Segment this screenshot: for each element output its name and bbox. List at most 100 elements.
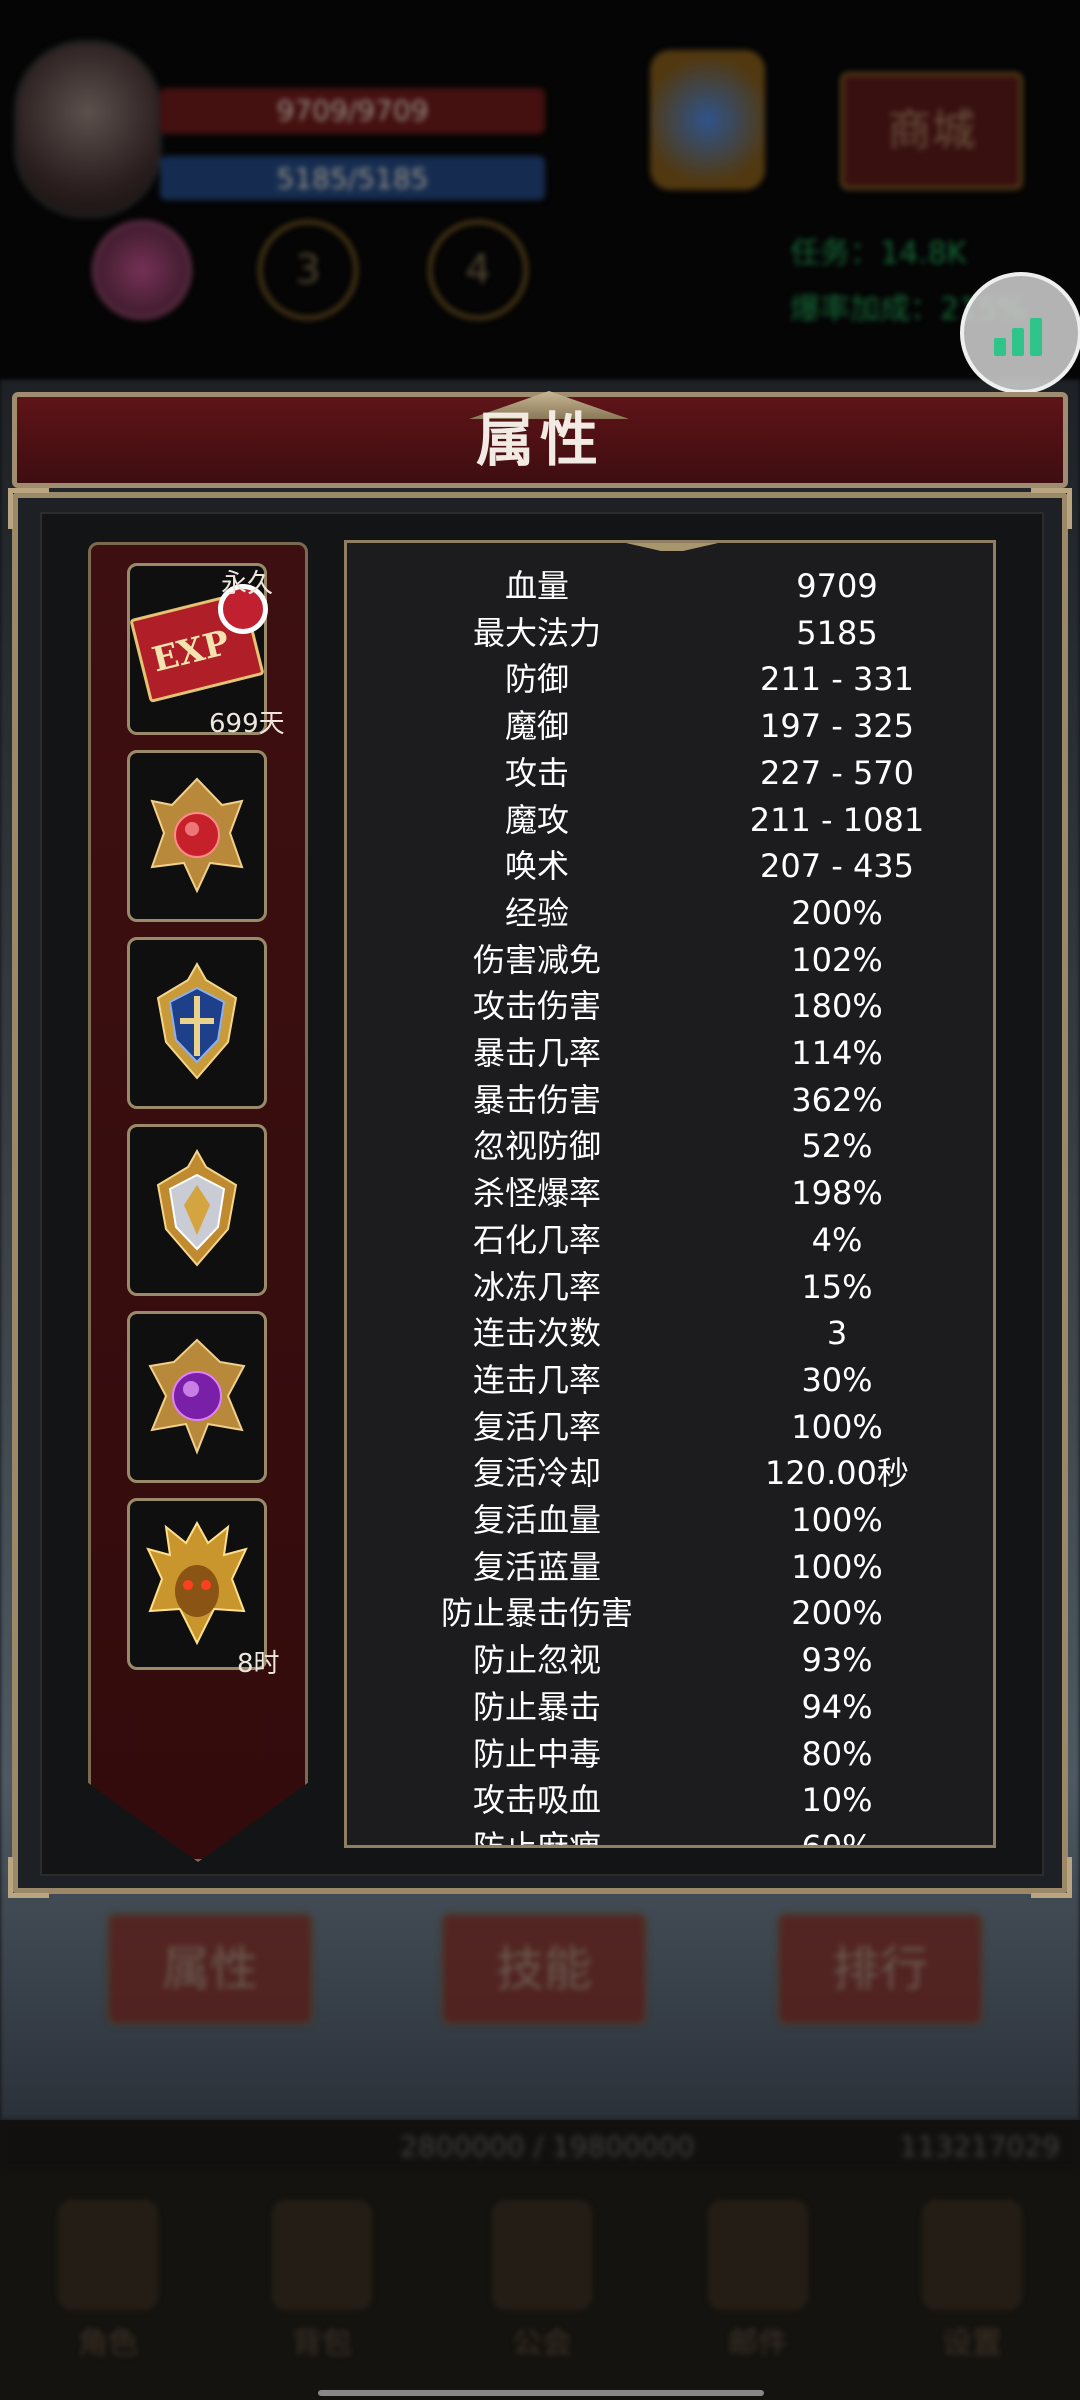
stat-row: 伤害减免 102% (347, 937, 993, 984)
stat-row: 防止中毒 80% (347, 1731, 993, 1778)
bag-icon (272, 2200, 372, 2310)
stat-value: 200% (791, 1594, 883, 1633)
blue-shield-icon (156, 961, 238, 1080)
stat-name: 攻击吸血 (472, 1781, 601, 1820)
stat-value: 100% (791, 1407, 883, 1446)
stat-value: 100% (791, 1547, 883, 1586)
stat-name: 血量 (504, 567, 569, 605)
nav-bag: 背包 (262, 2200, 382, 2362)
mp-bar: 5185/5185 (160, 156, 545, 200)
stat-name: 复活血量 (472, 1501, 601, 1539)
stat-name: 杀怪爆率 (472, 1174, 601, 1213)
mail-icon (708, 2200, 808, 2310)
stat-value: 102% (791, 940, 883, 979)
stat-row: 复活蓝量 100% (347, 1544, 993, 1591)
stat-value: 15% (801, 1267, 873, 1306)
stat-row: 杀怪爆率 198% (347, 1170, 993, 1217)
nav-character: 角色 (48, 2200, 168, 2362)
stat-name: 暴击几率 (472, 1034, 601, 1072)
guild-icon (492, 2200, 592, 2310)
buff-column: EXP 永久 699天 8时 (88, 542, 308, 1862)
stat-row: 防止麻痹 60% (347, 1824, 993, 1845)
red-gem-icon (150, 777, 244, 894)
stat-row: 攻击 227 - 570 (347, 750, 993, 797)
stat-value: 5185 (796, 613, 878, 652)
panel-title: 属性 (475, 406, 604, 474)
stat-row: 忽视防御 52% (347, 1123, 993, 1170)
stat-name: 复活蓝量 (472, 1547, 601, 1586)
silver-shield-icon (156, 1148, 238, 1267)
stat-value: 9709 (796, 567, 878, 605)
tab-skills-bg: 技能 (440, 1912, 648, 2026)
stat-value: 211 - 331 (759, 660, 915, 699)
stat-row: 唤术 207 - 435 (347, 843, 993, 890)
stat-value: 211 - 1081 (749, 800, 925, 839)
stat-value: 93% (801, 1641, 873, 1680)
stat-name: 伤害减免 (472, 940, 601, 979)
signal-bar-icon (1030, 318, 1042, 356)
tab-attributes-bg: 属性 (106, 1912, 314, 2026)
stat-row: 防止忽视 93% (347, 1637, 993, 1684)
player-avatar (14, 40, 162, 218)
stat-name: 最大法力 (472, 613, 601, 652)
home-indicator[interactable] (318, 2390, 764, 2396)
stat-value: 4% (811, 1220, 863, 1259)
stat-name: 石化几率 (472, 1220, 601, 1259)
stat-name: 复活冷却 (472, 1454, 601, 1493)
buff-slot-blue-shield[interactable] (127, 937, 267, 1109)
stat-value: 3 (826, 1314, 848, 1353)
stat-name: 暴击伤害 (472, 1080, 601, 1119)
stat-row: 复活冷却 120.00秒 (347, 1450, 993, 1497)
signal-bar-icon (994, 338, 1006, 356)
buff-duration-top: 永久 (221, 569, 274, 599)
stat-row: 防御 211 - 331 (347, 656, 993, 703)
stats-table[interactable]: 血量 9709 最大法力 5185 防御 211 - 331 魔御 197 - 325 攻击 22… (344, 540, 996, 1848)
stat-value: 100% (791, 1501, 883, 1539)
stat-value: 94% (801, 1687, 873, 1726)
hp-text: 9709/9709 (276, 94, 429, 127)
settings-icon (922, 2200, 1022, 2310)
stat-row: 攻击伤害 180% (347, 983, 993, 1030)
stat-row: 连击次数 3 (347, 1310, 993, 1357)
gift-icon (650, 50, 765, 190)
hud-circle-4: 4 (428, 220, 528, 320)
stat-value: 10% (801, 1781, 873, 1820)
stat-row: 连击几率 30% (347, 1357, 993, 1404)
stat-row: 暴击几率 114% (347, 1030, 993, 1077)
buff-slot-red-gem[interactable] (127, 750, 267, 922)
stat-row: 冰冻几率 15% (347, 1264, 993, 1311)
buff-slot-silver-shield[interactable] (127, 1124, 267, 1296)
signal-bar-icon (1012, 328, 1024, 356)
stat-row: 复活几率 100% (347, 1404, 993, 1451)
stat-value: 207 - 435 (759, 847, 915, 886)
stat-name: 攻击 (504, 753, 569, 792)
buff-slot-purple-gem[interactable] (127, 1311, 267, 1483)
buff-duration-bottom: 8时 (237, 1649, 280, 1679)
exp-strip-right: 113217029 (899, 2130, 1060, 2163)
stat-value: 30% (801, 1360, 873, 1399)
stat-row: 防止暴击 94% (347, 1684, 993, 1731)
stat-name: 经验 (504, 893, 569, 932)
stat-name: 冰冻几率 (472, 1267, 601, 1306)
purple-gem-icon (148, 1338, 246, 1455)
stat-row: 血量 9709 (347, 563, 993, 610)
nav-guild: 公会 (482, 2200, 602, 2362)
stat-value: 80% (801, 1734, 873, 1773)
stat-name: 忽视防御 (472, 1127, 601, 1166)
stat-row: 最大法力 5185 (347, 610, 993, 657)
stat-row: 经验 200% (347, 890, 993, 937)
stat-name: 防止忽视 (472, 1641, 601, 1680)
stat-row: 防止暴击伤害 200% (347, 1590, 993, 1637)
panel-title-bar: 属性 (12, 391, 1068, 488)
stat-name: 防御 (504, 660, 569, 699)
stat-name: 防止暴击伤害 (440, 1594, 633, 1633)
stat-name: 唤术 (504, 847, 569, 886)
stat-value: 180% (791, 987, 883, 1026)
stat-value: 114% (791, 1034, 883, 1072)
stat-name: 魔攻 (504, 800, 569, 839)
stat-row: 石化几率 4% (347, 1217, 993, 1264)
stat-value: 52% (801, 1127, 873, 1166)
stat-value: 362% (791, 1080, 883, 1119)
stat-row: 暴击伤害 362% (347, 1077, 993, 1124)
stat-name: 连击次数 (472, 1314, 601, 1353)
